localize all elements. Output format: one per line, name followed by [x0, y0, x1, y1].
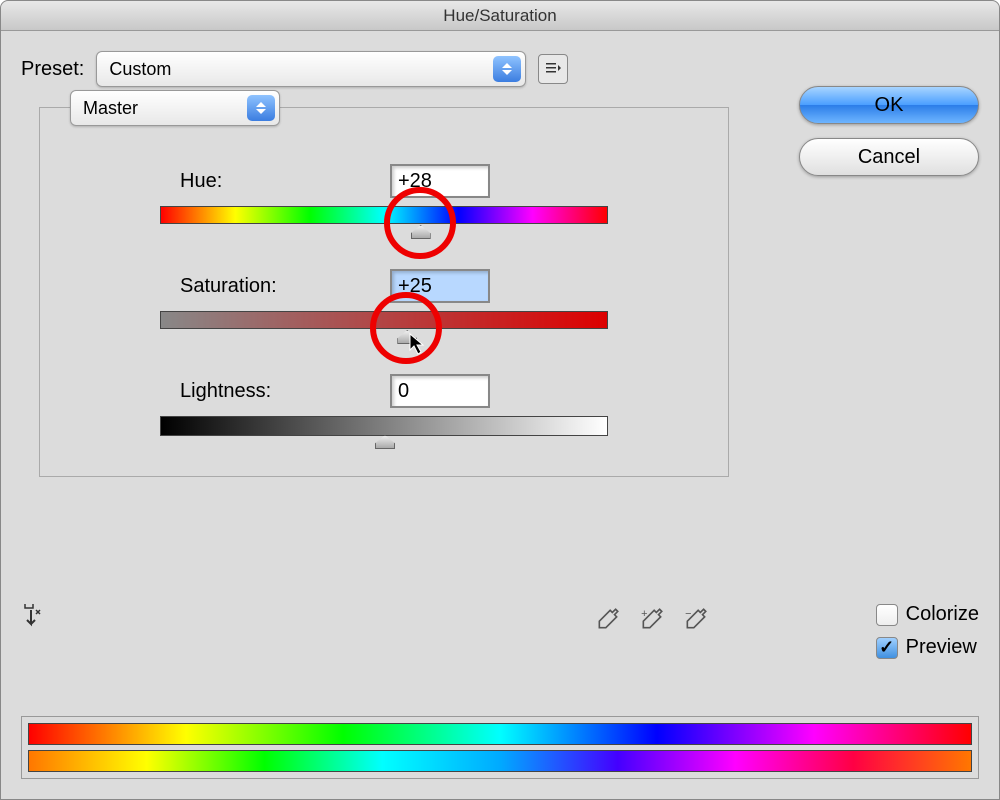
hue-saturation-dialog: Hue/Saturation Preset: Custom OK Cancel … — [0, 0, 1000, 800]
color-bars — [21, 716, 979, 779]
saturation-row: Saturation: — [70, 269, 698, 329]
adjustment-group: Master Hue: Saturation: — [39, 107, 729, 477]
eyedropper-minus-icon[interactable]: − — [683, 606, 709, 639]
dialog-content: Preset: Custom OK Cancel Master — [1, 31, 999, 799]
colorize-label: Colorize — [906, 603, 979, 626]
cancel-button[interactable]: Cancel — [799, 138, 979, 176]
input-color-bar[interactable] — [28, 723, 972, 745]
colorize-checkbox[interactable] — [876, 604, 898, 626]
output-color-bar — [28, 750, 972, 772]
lightness-slider[interactable] — [160, 416, 608, 436]
lightness-row: Lightness: — [70, 374, 698, 436]
options-checkboxes: Colorize Preview — [876, 603, 979, 659]
main-buttons: OK Cancel — [799, 86, 979, 176]
preview-checkbox[interactable] — [876, 637, 898, 659]
eyedropper-plus-icon[interactable]: + — [639, 606, 665, 639]
preset-dropdown[interactable]: Custom — [96, 51, 526, 87]
dropdown-arrows-icon — [247, 95, 275, 121]
lightness-label: Lightness: — [180, 380, 330, 403]
dropdown-arrows-icon — [493, 56, 521, 82]
lightness-input[interactable] — [390, 374, 490, 408]
ok-button[interactable]: OK — [799, 86, 979, 124]
hue-slider[interactable] — [160, 206, 608, 224]
hue-input[interactable] — [390, 164, 490, 198]
hue-label: Hue: — [180, 170, 330, 193]
eyedroppers-group: + − — [595, 606, 709, 639]
saturation-slider[interactable] — [160, 311, 608, 329]
preview-label: Preview — [906, 636, 977, 659]
scrubby-tool-icon[interactable] — [21, 602, 51, 639]
channel-value: Master — [83, 98, 138, 119]
hue-row: Hue: — [70, 164, 698, 224]
dialog-title: Hue/Saturation — [1, 1, 999, 31]
preview-row: Preview — [876, 636, 979, 659]
saturation-label: Saturation: — [180, 275, 330, 298]
colorize-row: Colorize — [876, 603, 979, 626]
preset-value: Custom — [109, 59, 171, 80]
eyedropper-icon[interactable] — [595, 606, 621, 639]
preset-menu-button[interactable] — [538, 54, 568, 84]
preset-row: Preset: Custom — [21, 51, 979, 87]
saturation-input[interactable] — [390, 269, 490, 303]
channel-dropdown[interactable]: Master — [70, 90, 280, 126]
svg-text:−: − — [685, 608, 691, 620]
preset-label: Preset: — [21, 58, 84, 81]
svg-text:+: + — [641, 608, 647, 620]
